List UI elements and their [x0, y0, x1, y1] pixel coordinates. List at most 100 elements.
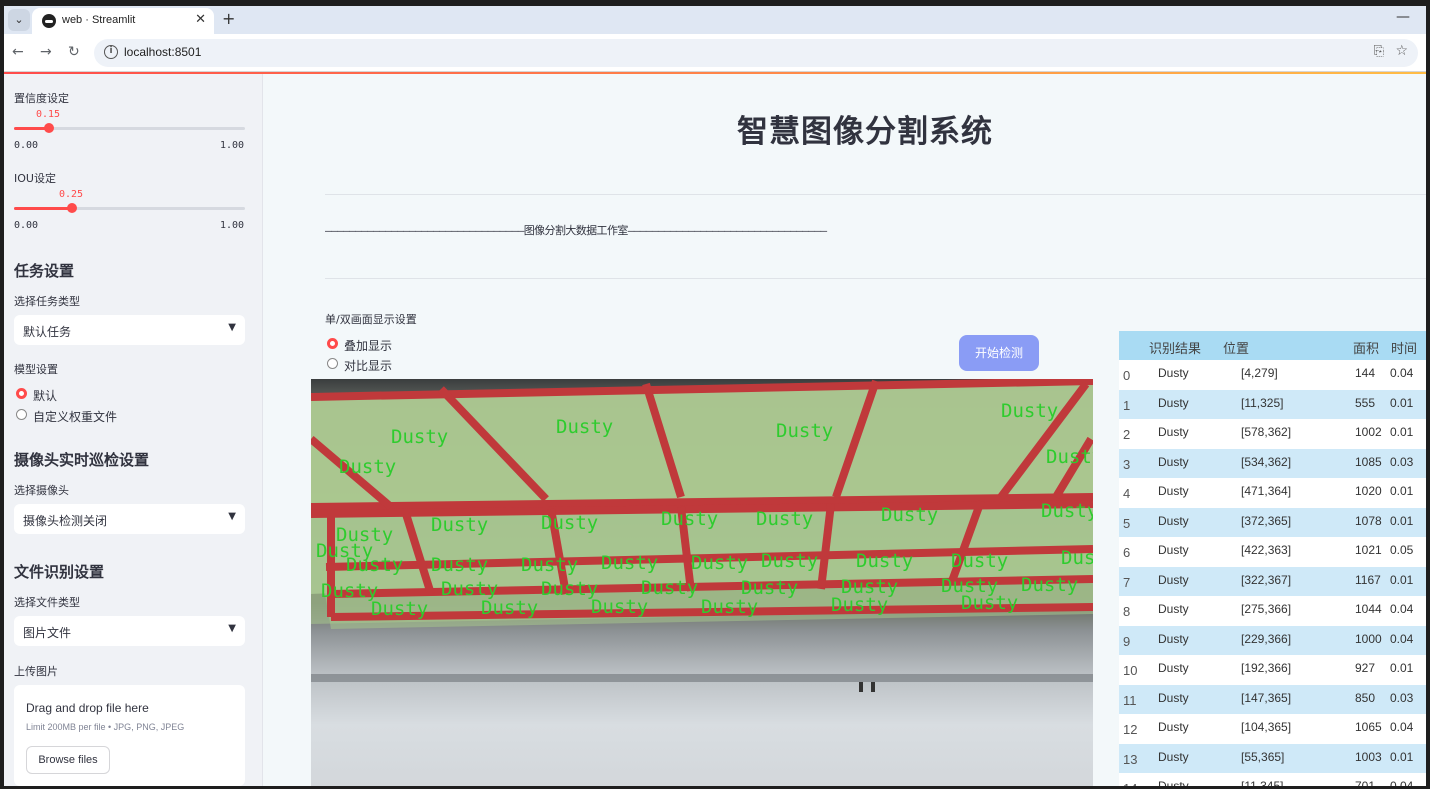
- table-row[interactable]: 14 Dusty [11,345] 701 0.04: [1119, 773, 1426, 786]
- table-row[interactable]: 10 Dusty [192,366] 927 0.01: [1119, 655, 1426, 685]
- task-type-select[interactable]: 默认任务 ▼: [14, 315, 245, 345]
- mask-label: Dusty: [691, 552, 748, 574]
- table-row[interactable]: 8 Dusty [275,366] 1044 0.04: [1119, 596, 1426, 626]
- mask-label: Dusty: [1061, 547, 1093, 569]
- bookmark-star-icon[interactable]: ☆: [1395, 43, 1408, 59]
- file-type-select[interactable]: 图片文件 ▼: [14, 616, 245, 646]
- confidence-min: 0.00: [14, 140, 39, 151]
- confidence-value: 0.15: [36, 109, 61, 120]
- table-row[interactable]: 13 Dusty [55,365] 1003 0.01: [1119, 743, 1426, 773]
- segmentation-overlay: Dusty Dusty Dusty Dusty Dusty Dusty Dust…: [311, 379, 1093, 692]
- browser-tab[interactable]: web · Streamlit ✕: [32, 8, 214, 34]
- cell-time: 0.01: [1390, 749, 1414, 764]
- start-detection-button[interactable]: 开始检测: [959, 335, 1039, 371]
- row-index: 7: [1123, 574, 1131, 590]
- row-index: 8: [1123, 604, 1131, 619]
- radio-selected-icon[interactable]: [327, 338, 338, 349]
- column-header-time: 时间: [1391, 341, 1418, 356]
- back-icon[interactable]: ←: [12, 44, 24, 60]
- reload-icon[interactable]: ↻: [68, 44, 80, 60]
- mask-label: Dusty: [391, 426, 448, 448]
- mask-label: Dusty: [541, 578, 598, 600]
- table-row[interactable]: 3 Dusty [534,362] 1085 0.03: [1119, 448, 1426, 478]
- file-uploader-dropzone[interactable]: Drag and drop file here Limit 200MB per …: [14, 685, 245, 786]
- address-bar-row: ← → ↻ i localhost:8501 ⎘ ☆: [4, 34, 1426, 72]
- minimize-icon[interactable]: —: [1396, 9, 1410, 25]
- table-row[interactable]: 9 Dusty [229,366] 1000 0.04: [1119, 625, 1426, 655]
- table-row[interactable]: 6 Dusty [422,363] 1021 0.05: [1119, 537, 1426, 567]
- confidence-slider-thumb[interactable]: [43, 123, 54, 133]
- cell-position: [147,365]: [1241, 690, 1292, 705]
- file-type-label: 选择文件类型: [14, 596, 80, 609]
- translate-icon[interactable]: ⎘: [1374, 44, 1384, 59]
- forward-icon[interactable]: →: [40, 44, 52, 60]
- radio-unselected-icon[interactable]: [327, 358, 338, 369]
- chevron-down-icon: ▼: [228, 511, 236, 522]
- iou-slider-thumb[interactable]: [66, 203, 77, 213]
- divider: [325, 194, 1426, 195]
- cell-position: [4,279]: [1241, 366, 1278, 380]
- table-row[interactable]: 11 Dusty [147,365] 850 0.03: [1119, 684, 1426, 714]
- cell-time: 0.03: [1390, 454, 1414, 469]
- camera-select[interactable]: 摄像头检测关闭 ▼: [14, 504, 245, 534]
- cell-result: Dusty: [1158, 543, 1189, 557]
- tab-search-icon[interactable]: ⌄: [8, 9, 30, 31]
- cell-area: 1078: [1355, 513, 1382, 528]
- table-row[interactable]: 0 Dusty [4,279] 144 0.04: [1119, 360, 1426, 390]
- url-bar[interactable]: i localhost:8501 ⎘ ☆: [94, 39, 1418, 67]
- close-icon[interactable]: ✕: [195, 12, 206, 27]
- model-label: 模型设置: [14, 363, 58, 376]
- url-text[interactable]: localhost:8501: [124, 45, 201, 59]
- cell-position: [422,363]: [1241, 543, 1292, 557]
- new-tab-icon[interactable]: +: [222, 9, 235, 28]
- cell-time: 0.04: [1390, 720, 1414, 734]
- table-row[interactable]: 2 Dusty [578,362] 1002 0.01: [1119, 419, 1426, 449]
- radio-selected-icon[interactable]: [16, 388, 27, 399]
- radio-unselected-icon[interactable]: [16, 409, 27, 420]
- row-index: 11: [1123, 692, 1137, 708]
- mask-label: Dusty: [761, 550, 818, 572]
- table-row[interactable]: 7 Dusty [322,367] 1167 0.01: [1119, 566, 1426, 596]
- cell-position: [275,366]: [1241, 602, 1292, 616]
- mask-label: Dusty: [339, 456, 396, 478]
- table-row[interactable]: 1 Dusty [11,325] 555 0.01: [1119, 389, 1426, 419]
- upload-limits: Limit 200MB per file • JPG, PNG, JPEG: [26, 722, 185, 732]
- row-index: 9: [1123, 633, 1131, 649]
- results-table[interactable]: 识别结果 位置 面积 时间 0 Dusty [4,279] 144 0.04 1 Dusty…: [1119, 331, 1426, 786]
- cell-area: 850: [1355, 690, 1376, 705]
- cell-time: 0.04: [1390, 366, 1414, 380]
- studio-banner: —————————————————————————————————图像分割大数据…: [325, 224, 827, 237]
- cell-position: [534,362]: [1241, 454, 1292, 469]
- iou-slider-fill: [14, 207, 72, 210]
- table-row[interactable]: 5 Dusty [372,365] 1078 0.01: [1119, 507, 1426, 537]
- cell-time: 0.04: [1390, 602, 1414, 616]
- mask-label: Dusty: [591, 596, 648, 618]
- table-row[interactable]: 4 Dusty [471,364] 1020 0.01: [1119, 478, 1426, 508]
- mask-label: Dusty: [346, 554, 403, 576]
- mask-label: Dusty: [756, 508, 813, 530]
- cell-position: [55,365]: [1241, 749, 1285, 764]
- iou-slider[interactable]: [14, 203, 245, 213]
- cell-position: [11,325]: [1241, 395, 1284, 410]
- chevron-down-icon: ▼: [228, 322, 236, 333]
- site-info-icon[interactable]: i: [104, 45, 118, 59]
- browse-files-button[interactable]: Browse files: [26, 746, 110, 774]
- cell-time: 0.03: [1390, 690, 1414, 705]
- cell-result: Dusty: [1158, 366, 1189, 380]
- cell-time: 0.04: [1390, 631, 1414, 646]
- cell-position: [192,366]: [1241, 661, 1292, 675]
- confidence-slider[interactable]: [14, 123, 245, 133]
- confidence-label: 置信度设定: [14, 92, 69, 105]
- mask-label: Dusty: [371, 598, 428, 620]
- row-index: 2: [1123, 427, 1131, 442]
- file-type-value: 图片文件: [23, 626, 72, 640]
- task-section-heading: 任务设置: [14, 262, 75, 280]
- table-row[interactable]: 12 Dusty [104,365] 1065 0.04: [1119, 714, 1426, 744]
- mask-label: Dusty: [481, 597, 538, 619]
- cell-result: Dusty: [1158, 395, 1189, 410]
- mask-label: Dusty: [556, 416, 613, 438]
- row-index: 4: [1123, 486, 1131, 501]
- cell-position: [11,345]: [1241, 779, 1284, 786]
- cell-area: 555: [1355, 395, 1376, 410]
- column-header-position: 位置: [1223, 341, 1250, 356]
